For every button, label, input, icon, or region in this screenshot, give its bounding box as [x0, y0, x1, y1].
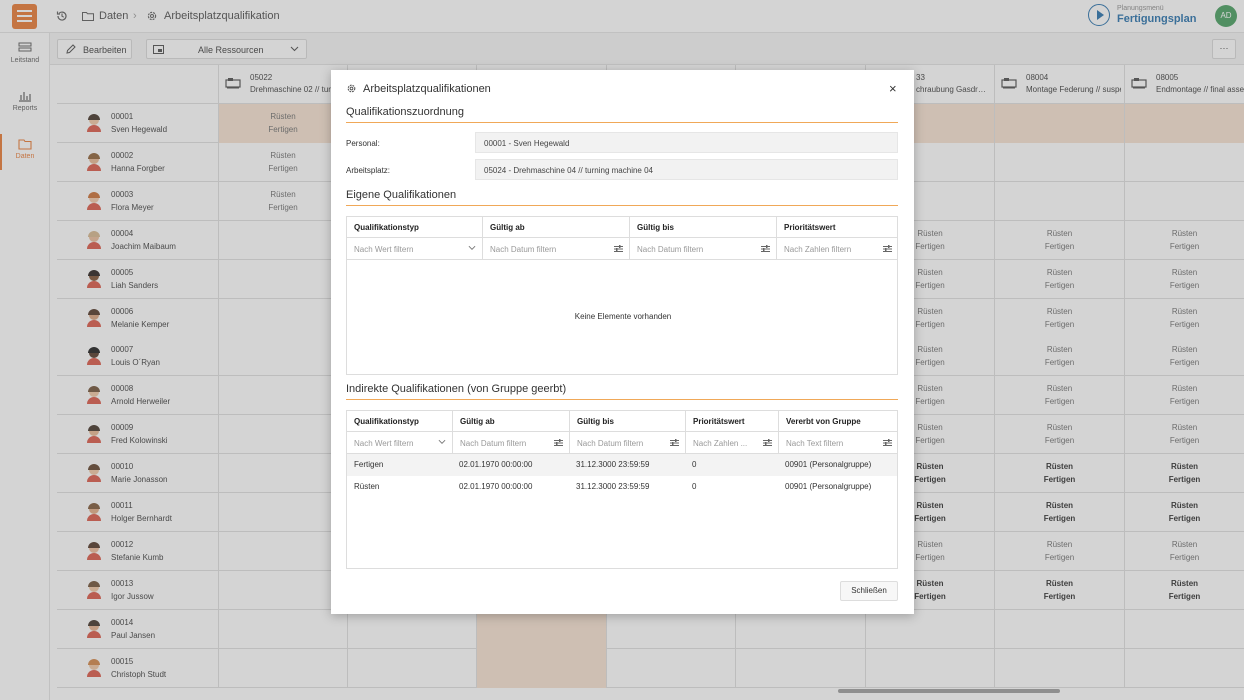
section-title-own: Eigene Qualifikationen	[346, 189, 457, 201]
filter-date-to[interactable]: Nach Datum filtern	[569, 431, 685, 454]
filter-settings-icon[interactable]	[554, 439, 563, 447]
column-header[interactable]: Gültig bis	[629, 217, 776, 237]
column-header[interactable]: Gültig ab	[482, 217, 629, 237]
table-cell: 00901 (Personalgruppe)	[785, 460, 872, 469]
column-header[interactable]: Gültig bis	[569, 411, 685, 431]
filter-date-to[interactable]: Nach Datum filtern	[629, 237, 776, 260]
table-cell: 02.01.1970 00:00:00	[459, 460, 533, 469]
filter-placeholder: Nach Zahlen ...	[693, 439, 748, 448]
column-header[interactable]: Qualifikationstyp	[347, 411, 452, 431]
section-title-indirect: Indirekte Qualifikationen (von Gruppe ge…	[346, 383, 567, 395]
filter-text[interactable]: Nach Text filtern	[778, 431, 898, 454]
filter-settings-icon[interactable]	[883, 245, 892, 253]
chevron-down-icon	[468, 245, 476, 251]
column-header[interactable]: Qualifikationstyp	[347, 217, 482, 237]
column-header[interactable]: Vererbt von Gruppe	[778, 411, 898, 431]
empty-state-text: Keine Elemente vorhanden	[574, 312, 672, 321]
column-header[interactable]: Prioritätswert	[685, 411, 778, 431]
filter-priority[interactable]: Nach Zahlen ...	[685, 431, 778, 454]
filter-placeholder: Nach Wert filtern	[354, 439, 414, 448]
filter-placeholder: Nach Datum filtern	[577, 439, 644, 448]
filter-placeholder: Nach Datum filtern	[460, 439, 527, 448]
filter-placeholder: Nach Text filtern	[786, 439, 844, 448]
table-cell: Fertigen	[354, 460, 384, 469]
table-cell: 31.12.3000 23:59:59	[576, 482, 650, 491]
filter-value-select[interactable]: Nach Wert filtern	[347, 431, 452, 454]
filter-settings-icon[interactable]	[883, 439, 892, 447]
section-divider	[346, 399, 898, 400]
gear-icon	[346, 83, 357, 94]
table-row[interactable]: Fertigen 02.01.1970 00:00:00 31.12.3000 23…	[347, 454, 897, 476]
table-cell: 31.12.3000 23:59:59	[576, 460, 650, 469]
filter-placeholder: Nach Wert filtern	[354, 245, 414, 254]
section-title-assignment: Qualifikationszuordnung	[346, 106, 465, 118]
filter-value-select[interactable]: Nach Wert filtern	[347, 237, 482, 260]
close-icon[interactable]: ×	[889, 81, 897, 96]
chevron-down-icon	[438, 439, 446, 445]
section-divider	[346, 205, 898, 206]
filter-placeholder: Nach Datum filtern	[637, 245, 704, 254]
personal-field: 00001 - Sven Hegewald	[475, 132, 898, 153]
workplace-field: 05024 - Drehmaschine 04 // turning machi…	[475, 159, 898, 180]
column-header[interactable]: Prioritätswert	[776, 217, 898, 237]
qualification-dialog: Arbeitsplatzqualifikationen × Qualifikat…	[331, 70, 914, 614]
table-row[interactable]: Rüsten 02.01.1970 00:00:00 31.12.3000 23:5…	[347, 476, 897, 498]
table-cell: 0	[692, 482, 697, 491]
filter-settings-icon[interactable]	[761, 245, 770, 253]
dialog-title: Arbeitsplatzqualifikationen	[363, 83, 491, 95]
table-cell: 00901 (Personalgruppe)	[785, 482, 872, 491]
filter-date-from[interactable]: Nach Datum filtern	[452, 431, 569, 454]
filter-settings-icon[interactable]	[670, 439, 679, 447]
filter-settings-icon[interactable]	[763, 439, 772, 447]
section-divider	[346, 122, 898, 123]
close-button[interactable]: Schließen	[840, 581, 898, 601]
table-cell: Rüsten	[354, 482, 380, 491]
indirect-qualifications-table: Qualifikationstyp Gültig ab Gültig bis P…	[346, 410, 898, 569]
filter-settings-icon[interactable]	[614, 245, 623, 253]
filter-date-from[interactable]: Nach Datum filtern	[482, 237, 629, 260]
personal-label: Personal:	[346, 139, 380, 148]
filter-placeholder: Nach Zahlen filtern	[784, 245, 852, 254]
workplace-label: Arbeitsplatz:	[346, 166, 391, 175]
table-cell: 02.01.1970 00:00:00	[459, 482, 533, 491]
table-cell: 0	[692, 460, 697, 469]
filter-priority[interactable]: Nach Zahlen filtern	[776, 237, 898, 260]
own-qualifications-table: Qualifikationstyp Gültig ab Gültig bis P…	[346, 216, 898, 375]
column-header[interactable]: Gültig ab	[452, 411, 569, 431]
filter-placeholder: Nach Datum filtern	[490, 245, 557, 254]
